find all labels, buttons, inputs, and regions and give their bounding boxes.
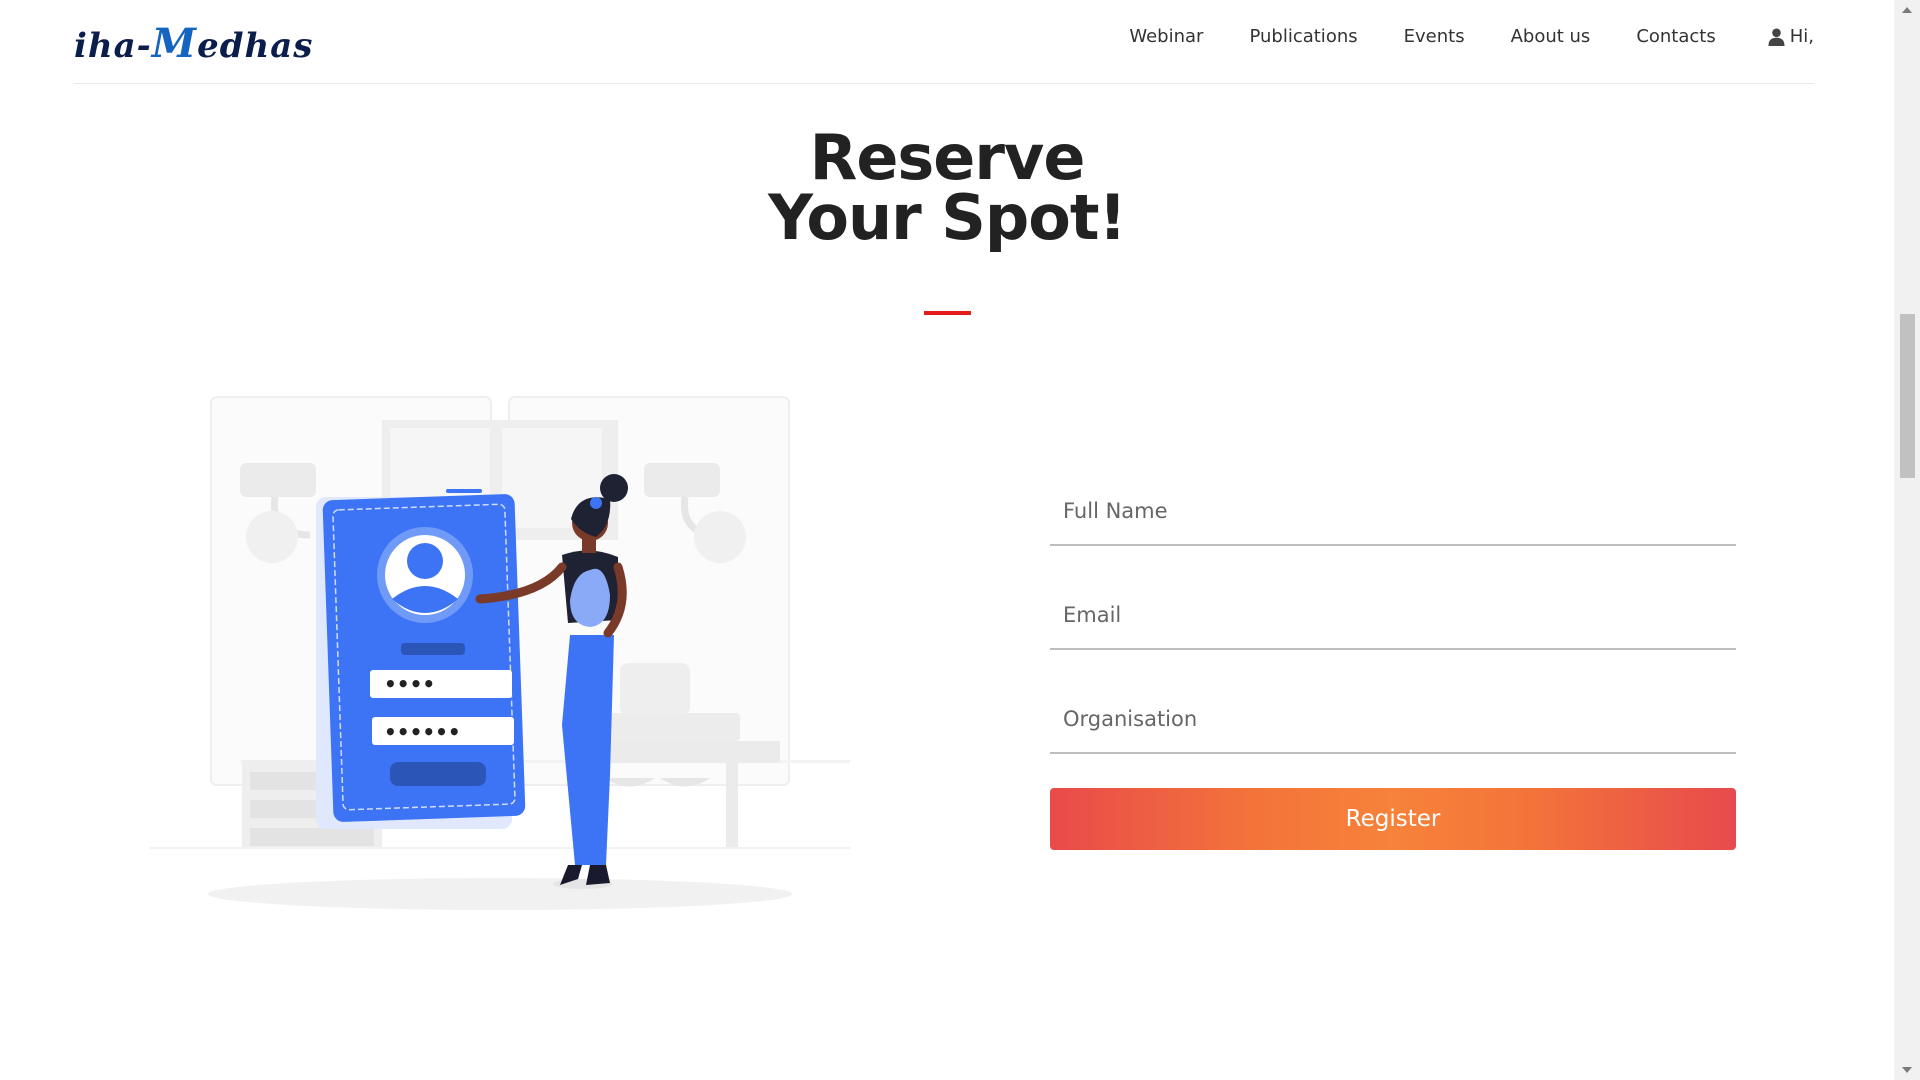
register-button[interactable]: Register [1050,788,1736,850]
page-title: Reserve Your Spot! [0,121,1894,254]
registration-illustration: •••• •••••• [150,396,850,910]
email-field-wrapper [1050,584,1736,650]
nav-item-events[interactable]: Events [1404,26,1465,47]
user-icon [1768,28,1785,46]
page-title-line-1: Reserve [809,121,1086,194]
navbar-divider [74,83,1814,84]
nav-item-about-us[interactable]: About us [1511,26,1591,47]
logo-text-accent: M [151,20,198,67]
phone-password-2: •••••• [384,720,461,744]
nav-item-publications[interactable]: Publications [1249,26,1357,47]
phone-illustration: •••• •••••• [316,489,526,829]
nav-links: Webinar Publications Events About us Con… [1083,26,1814,47]
title-accent-underline [924,311,971,315]
organisation-input[interactable] [1050,688,1736,750]
user-greeting: Hi, [1789,26,1814,47]
full-name-input[interactable] [1050,480,1736,542]
scroll-down-arrow-icon[interactable] [1902,1067,1912,1073]
email-input[interactable] [1050,584,1736,646]
page-scrollbar[interactable] [1894,0,1920,1080]
full-name-field-wrapper [1050,480,1736,546]
scrollbar-thumb[interactable] [1900,314,1915,478]
organisation-field-wrapper [1050,688,1736,754]
top-navbar: iha-Medhas Webinar Publications Events A… [0,0,1894,84]
nav-item-contacts[interactable]: Contacts [1636,26,1715,47]
logo-text-left: iha- [74,26,152,66]
nav-item-webinar[interactable]: Webinar [1129,26,1203,47]
phone-password-1: •••• [384,672,435,696]
brand-logo[interactable]: iha-Medhas [74,20,313,67]
user-menu[interactable]: Hi, [1768,26,1814,47]
scroll-up-arrow-icon[interactable] [1902,7,1912,13]
page-title-line-2: Your Spot! [768,181,1127,254]
logo-text-right: edhas [197,26,314,66]
registration-form: Register [1050,480,1736,850]
